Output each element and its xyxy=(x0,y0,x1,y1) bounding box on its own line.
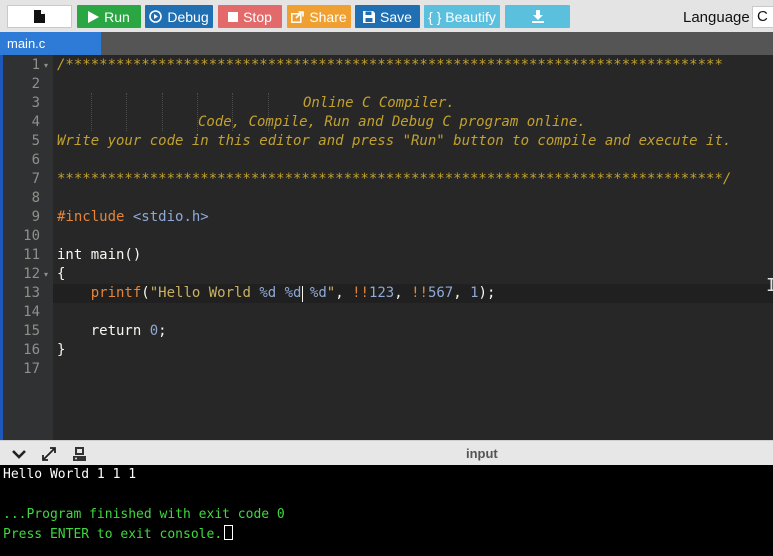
comma: , xyxy=(394,285,412,301)
indent-guide xyxy=(91,93,92,131)
code-line-9: #include <stdio.h> xyxy=(57,208,209,227)
console-line: Hello World 1 1 1 xyxy=(3,467,137,482)
console-cursor xyxy=(224,525,234,540)
save-button-label: Save xyxy=(380,8,412,25)
line-number: 3 xyxy=(31,95,40,111)
indent-guide xyxy=(126,93,127,131)
run-button[interactable]: Run xyxy=(77,5,141,28)
code-editor[interactable]: 1 2 3 4 5 6 7 8 9 10 11 12 13 14 15 16 1… xyxy=(0,55,773,440)
input-tab-label[interactable]: input xyxy=(466,446,498,461)
expand-icon[interactable] xyxy=(41,446,57,462)
code-line-13: printf("Hello World %d %d %d", !!123, !!… xyxy=(57,284,496,303)
settings-icon[interactable] xyxy=(72,446,88,462)
line-number: 15 xyxy=(23,323,40,339)
code-line-12: { xyxy=(57,266,66,282)
string-literal: " xyxy=(326,285,336,301)
line-number: 14 xyxy=(23,304,40,320)
console-line: ...Program finished with exit code 0 xyxy=(3,507,285,522)
save-icon xyxy=(363,10,376,23)
line-number: 4 xyxy=(31,114,40,130)
tab-main-c[interactable]: main.c xyxy=(0,32,101,55)
code-line-3: Online C Compiler. xyxy=(303,95,455,111)
line-number: 16 xyxy=(23,342,40,358)
tab-bar: main.c xyxy=(0,32,773,55)
run-button-label: Run xyxy=(104,8,130,25)
text-cursor xyxy=(302,286,303,302)
play-icon xyxy=(88,10,100,23)
language-label: Language xyxy=(683,9,750,26)
format-specifier: %d xyxy=(309,285,327,301)
semicolon: ; xyxy=(158,323,167,339)
line-number-gutter: 1 2 3 4 5 6 7 8 9 10 11 12 13 14 15 16 1… xyxy=(0,55,53,440)
line-number: 17 xyxy=(23,361,40,377)
line-number: 9 xyxy=(31,209,40,225)
include-directive: #include xyxy=(57,209,125,225)
include-header: <stdio.h> xyxy=(132,209,209,225)
output-console[interactable]: Hello World 1 1 1 ...Program finished wi… xyxy=(0,465,773,556)
line-number: 6 xyxy=(31,152,40,168)
beautify-button[interactable]: { } Beautify xyxy=(424,5,500,28)
number-literal: 567 xyxy=(427,285,454,301)
line-number: 13 xyxy=(23,285,40,301)
code-line-11: int main() xyxy=(57,247,142,263)
printf-call: printf xyxy=(90,285,142,301)
paren: ); xyxy=(478,285,496,301)
console-prompt-text: Press ENTER to exit console. xyxy=(3,527,223,542)
not-operator: !! xyxy=(411,285,428,301)
format-specifier: d xyxy=(293,285,302,301)
number-literal: 0 xyxy=(149,323,159,339)
share-button-label: Share xyxy=(309,8,347,25)
code-line-5: Write your code in this editor and press… xyxy=(57,133,732,149)
indent-guide xyxy=(162,93,163,131)
debug-button[interactable]: Debug xyxy=(145,5,213,28)
fold-toggle-icon[interactable]: ▾ xyxy=(44,265,48,284)
line-number: 10 xyxy=(23,228,40,244)
line-number: 8 xyxy=(31,190,40,206)
console-line: Press ENTER to exit console. xyxy=(3,525,234,545)
new-file-button[interactable] xyxy=(7,5,72,28)
save-button[interactable]: Save xyxy=(355,5,420,28)
not-operator: !! xyxy=(352,285,369,301)
line-number: 5 xyxy=(31,133,40,149)
paren: ( xyxy=(141,285,150,301)
debug-button-label: Debug xyxy=(167,8,209,25)
stop-icon xyxy=(228,11,239,22)
code-line-16: } xyxy=(57,342,66,358)
return-keyword: return xyxy=(90,323,142,339)
code-line-4: Code, Compile, Run and Debug C program o… xyxy=(198,114,586,130)
line-number: 11 xyxy=(23,247,40,263)
line-number: 7 xyxy=(31,171,40,187)
code-line-7: ****************************************… xyxy=(57,171,732,187)
toolbar: Run Debug Stop Share Save { } Beautify L… xyxy=(0,0,773,32)
output-panel-header: input xyxy=(0,440,773,465)
line-number: 2 xyxy=(31,76,40,92)
code-line-1: /***************************************… xyxy=(57,57,723,73)
comma: , xyxy=(453,285,471,301)
stop-button[interactable]: Stop xyxy=(218,5,282,28)
fold-toggle-icon[interactable]: ▾ xyxy=(44,56,48,75)
stop-button-label: Stop xyxy=(243,8,272,25)
format-specifier: %d xyxy=(259,285,277,301)
share-button[interactable]: Share xyxy=(287,5,351,28)
code-line-15: return 0; xyxy=(57,322,167,341)
download-button[interactable] xyxy=(505,5,570,28)
beautify-button-label: { } Beautify xyxy=(428,8,496,25)
string-literal: "Hello World xyxy=(149,285,260,301)
language-select[interactable]: C xyxy=(752,6,773,28)
ibeam-cursor-icon: I xyxy=(766,275,773,296)
line-number: 1 xyxy=(31,57,40,73)
share-icon xyxy=(291,10,305,23)
download-icon xyxy=(531,10,544,23)
chevron-down-icon[interactable] xyxy=(11,446,27,462)
comma: , xyxy=(335,285,353,301)
file-icon xyxy=(34,10,45,23)
number-literal: 123 xyxy=(368,285,395,301)
format-specifier: % xyxy=(284,285,294,301)
number-literal: 1 xyxy=(470,285,479,301)
line-number: 12 xyxy=(23,266,40,282)
debug-icon xyxy=(149,10,163,23)
